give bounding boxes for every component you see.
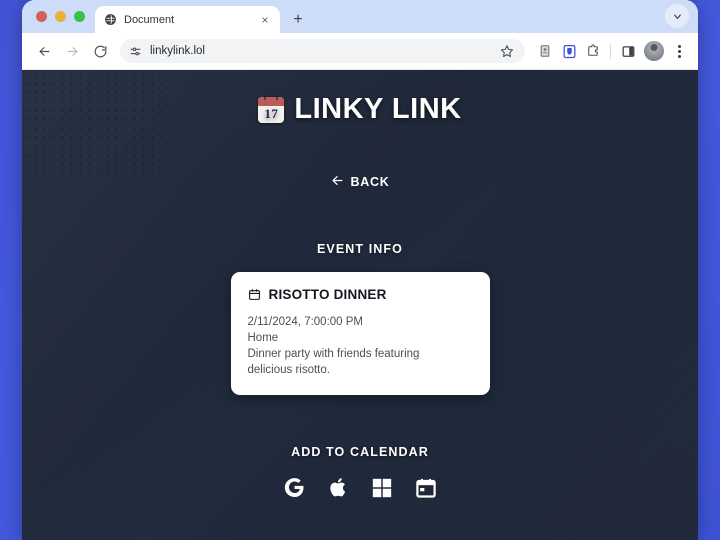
close-tab-icon[interactable]: × <box>258 13 272 27</box>
globe-icon <box>103 13 117 27</box>
event-location: Home <box>247 331 279 344</box>
add-to-calendar-heading: ADD TO CALENDAR <box>291 444 429 459</box>
star-icon[interactable] <box>496 40 518 62</box>
toolbar-divider <box>610 43 611 59</box>
event-description-line-2: delicious risotto. <box>247 363 330 376</box>
page-title-text: LINKY LINK <box>294 93 462 125</box>
event-card-title-row: RISOTTO DINNER <box>248 287 473 302</box>
calendar-provider-buttons <box>22 475 698 501</box>
tune-sliders-icon[interactable] <box>128 44 143 59</box>
back-link[interactable]: BACK <box>331 174 390 190</box>
window-controls <box>32 0 95 33</box>
tab-title: Document <box>124 13 175 26</box>
browser-toolbar: linkylink.lol <box>22 33 698 70</box>
minimize-window-button[interactable] <box>55 11 66 22</box>
page-viewport: 17 LINKY LINK BACK EVENT INFO RISOTTO DI… <box>22 70 698 540</box>
new-tab-button[interactable]: + <box>286 6 310 33</box>
browser-window: Document × + linkylink.lol 17 LINKY LINK… <box>22 0 698 540</box>
browser-tab[interactable]: Document × <box>95 6 280 33</box>
three-dot-menu-icon[interactable] <box>669 40 689 62</box>
calendar-icon <box>248 288 261 301</box>
page-content: 17 LINKY LINK BACK EVENT INFO RISOTTO DI… <box>22 70 698 540</box>
shield-extension-icon[interactable] <box>558 40 580 62</box>
page-title: 17 LINKY LINK <box>258 93 461 126</box>
reload-button[interactable] <box>87 38 113 64</box>
event-name: RISOTTO DINNER <box>268 286 387 302</box>
address-bar[interactable]: linkylink.lol <box>120 39 525 63</box>
forward-navigation-button[interactable] <box>59 38 85 64</box>
google-icon[interactable] <box>281 475 307 501</box>
event-info-card: RISOTTO DINNER 2/11/2024, 7:00:00 PM Hom… <box>230 271 490 395</box>
calendar-emoji-day: 17 <box>264 105 279 121</box>
event-description-line-1: Dinner party with friends featuring <box>247 347 420 360</box>
maximize-window-button[interactable] <box>74 11 85 22</box>
chevron-down-icon[interactable] <box>665 4 689 28</box>
event-datetime: 2/11/2024, 7:00:00 PM <box>247 315 364 328</box>
calendar-emoji-icon: 17 <box>258 96 285 123</box>
close-window-button[interactable] <box>36 11 47 22</box>
side-panel-icon[interactable] <box>617 40 639 62</box>
calendar-icon[interactable] <box>413 475 439 501</box>
browser-tab-strip: Document × + <box>22 0 698 33</box>
event-info-heading: EVENT INFO <box>316 241 403 256</box>
back-navigation-button[interactable] <box>31 38 57 64</box>
avatar[interactable] <box>644 41 664 61</box>
arrow-left-icon <box>331 174 344 190</box>
apple-icon[interactable] <box>325 475 351 501</box>
back-link-label: BACK <box>350 174 390 189</box>
reading-list-icon[interactable] <box>534 40 556 62</box>
desktop-background: Document × + linkylink.lol 17 LINKY LINK… <box>0 0 720 540</box>
windows-icon[interactable] <box>369 475 395 501</box>
puzzle-extension-icon[interactable] <box>582 40 604 62</box>
url-text: linkylink.lol <box>150 45 205 57</box>
